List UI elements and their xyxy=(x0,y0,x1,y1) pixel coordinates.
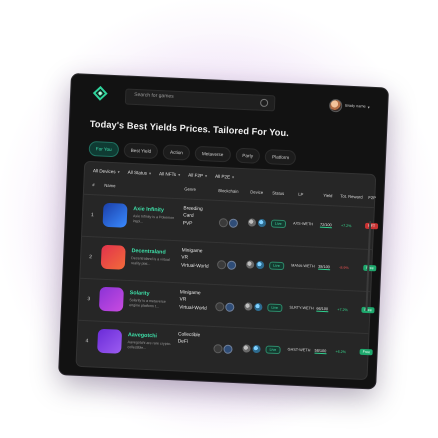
genre-list: Collectible DeFi xyxy=(178,331,201,347)
yield-score: 58/100 xyxy=(314,348,327,355)
blockchain-icon xyxy=(215,302,225,312)
f2p-badge[interactable]: Free xyxy=(361,306,375,314)
avatar xyxy=(328,98,343,112)
logo-icon xyxy=(92,85,108,101)
filter-devices[interactable]: All Devices ▾ xyxy=(93,168,120,174)
game-name[interactable]: Decentraland xyxy=(131,248,165,256)
col-blockchain: Blockchain xyxy=(218,187,239,194)
total-reward: +6.2% xyxy=(335,349,346,355)
col-lp: LP xyxy=(298,191,304,197)
tab-party[interactable]: Party xyxy=(235,147,261,164)
genre-list: Minigame VR Virtual-World xyxy=(179,289,208,312)
tab-platform[interactable]: Platform xyxy=(264,149,297,166)
total-reward: +7.2% xyxy=(337,307,348,313)
col-status: Status xyxy=(272,190,285,196)
status-badge: Live xyxy=(267,303,283,313)
f2p-badge[interactable]: NFT xyxy=(364,222,379,230)
filter-f2p[interactable]: All F2P ▾ xyxy=(188,173,207,179)
col-reward: Tot. Reward xyxy=(340,193,363,200)
device-icon xyxy=(256,260,265,270)
col-genre: Genre xyxy=(184,186,197,192)
search-input[interactable]: Search for games xyxy=(124,88,276,112)
blockchain-icon xyxy=(226,260,237,270)
status-badge: Live xyxy=(265,345,281,355)
chevron-down-icon: ▾ xyxy=(148,170,152,176)
blockchain-icon xyxy=(213,344,223,354)
blockchain-icon xyxy=(228,218,239,228)
game-description: Aavegotchi are rare crypto-collectible..… xyxy=(127,340,172,350)
search-icon xyxy=(259,98,269,108)
game-icon xyxy=(97,328,123,354)
game-name[interactable]: Aavegotchi xyxy=(128,332,157,339)
row-number: 4 xyxy=(85,338,89,345)
lp-pair: GHST-WETH xyxy=(287,347,311,353)
game-name[interactable]: Solarity xyxy=(130,290,150,297)
genre-tag: DeFi xyxy=(177,339,188,346)
tab-metaverse[interactable]: Metaverse xyxy=(194,145,231,163)
game-icon xyxy=(100,244,126,270)
app-window: Search for games Brady name ▾ Today's Be… xyxy=(59,74,388,389)
game-icon xyxy=(98,286,124,312)
filter-nfts[interactable]: All NFTs ▾ xyxy=(159,171,180,177)
col-device: Device xyxy=(250,189,264,196)
device-icon xyxy=(242,344,251,353)
total-reward: -8.9% xyxy=(339,265,349,271)
search-placeholder: Search for games xyxy=(134,91,174,100)
total-reward: +7.2% xyxy=(340,223,352,229)
device-icon xyxy=(257,218,267,228)
tab-best-yield[interactable]: Best Yield xyxy=(123,142,159,160)
yield-score: 38/100 xyxy=(318,264,330,271)
game-name[interactable]: Axie Infinity xyxy=(133,206,164,213)
row-number: 2 xyxy=(89,254,93,261)
device-icon xyxy=(252,344,261,354)
row-number: 3 xyxy=(87,296,91,303)
yield-score: 66/100 xyxy=(316,306,329,313)
tab-for-you[interactable]: For You xyxy=(88,140,120,158)
chevron-down-icon: ▾ xyxy=(117,169,120,175)
device-icon xyxy=(244,302,253,311)
f2p-badge[interactable]: Free xyxy=(363,264,377,272)
blockchain-icon xyxy=(225,302,235,312)
user-menu[interactable]: Brady name ▾ xyxy=(328,98,378,114)
col-yield: Yield xyxy=(323,192,333,199)
col-f2p: F2P xyxy=(368,194,377,201)
blockchain-icon xyxy=(223,344,233,354)
user-name: Brady name xyxy=(345,103,366,109)
filter-p2e[interactable]: All P2E ▾ xyxy=(215,174,234,180)
device-icon xyxy=(247,218,257,227)
genre-list: Breeding Card PVP xyxy=(183,205,203,228)
chevron-down-icon: ▾ xyxy=(178,172,181,178)
status-badge: Live xyxy=(269,261,284,271)
f2p-badge[interactable]: Free xyxy=(359,348,374,356)
game-icon xyxy=(102,202,128,228)
lp-pair: SLRTY-WETH xyxy=(289,305,314,311)
chevron-down-icon: ▾ xyxy=(204,173,208,179)
games-table-panel: All Devices ▾ All Status ▾ All NFTs ▾ All F… xyxy=(75,160,379,381)
game-description: Solarity is a metaverse engine platform … xyxy=(129,298,166,309)
chevron-down-icon: ▾ xyxy=(367,104,370,110)
device-icon xyxy=(246,260,255,269)
genre-tag: PVP xyxy=(182,221,193,227)
status-badge: Live xyxy=(270,219,286,229)
filter-bar: All Devices ▾ All Status ▾ All NFTs ▾ All F… xyxy=(93,168,234,179)
genre-list: Minigame VR Virtual-World xyxy=(181,247,210,270)
blockchain-icon xyxy=(218,218,229,228)
blockchain-icon xyxy=(216,260,227,270)
tab-action[interactable]: Action xyxy=(162,144,191,161)
col-name: Name xyxy=(104,182,116,189)
page-title: Today's Best Yields Prices. Tailored For… xyxy=(89,118,290,139)
genre-tag: Virtual-World xyxy=(179,305,207,312)
col-num: # xyxy=(92,182,95,188)
lp-pair: AXS-WETH xyxy=(292,221,314,227)
genre-tag: Virtual-World xyxy=(180,263,209,270)
yield-score: 72/100 xyxy=(319,222,332,229)
row-number: 1 xyxy=(90,212,94,219)
device-icon xyxy=(254,302,263,312)
chevron-down-icon: ▾ xyxy=(231,174,235,180)
filter-status[interactable]: All Status ▾ xyxy=(128,170,152,176)
game-description: Decentraland is a virtual reality plat..… xyxy=(130,256,170,266)
lp-pair: MANA-WETH xyxy=(291,263,315,269)
game-description: Axie Infinity is a Pokemon inspi... xyxy=(132,214,175,224)
